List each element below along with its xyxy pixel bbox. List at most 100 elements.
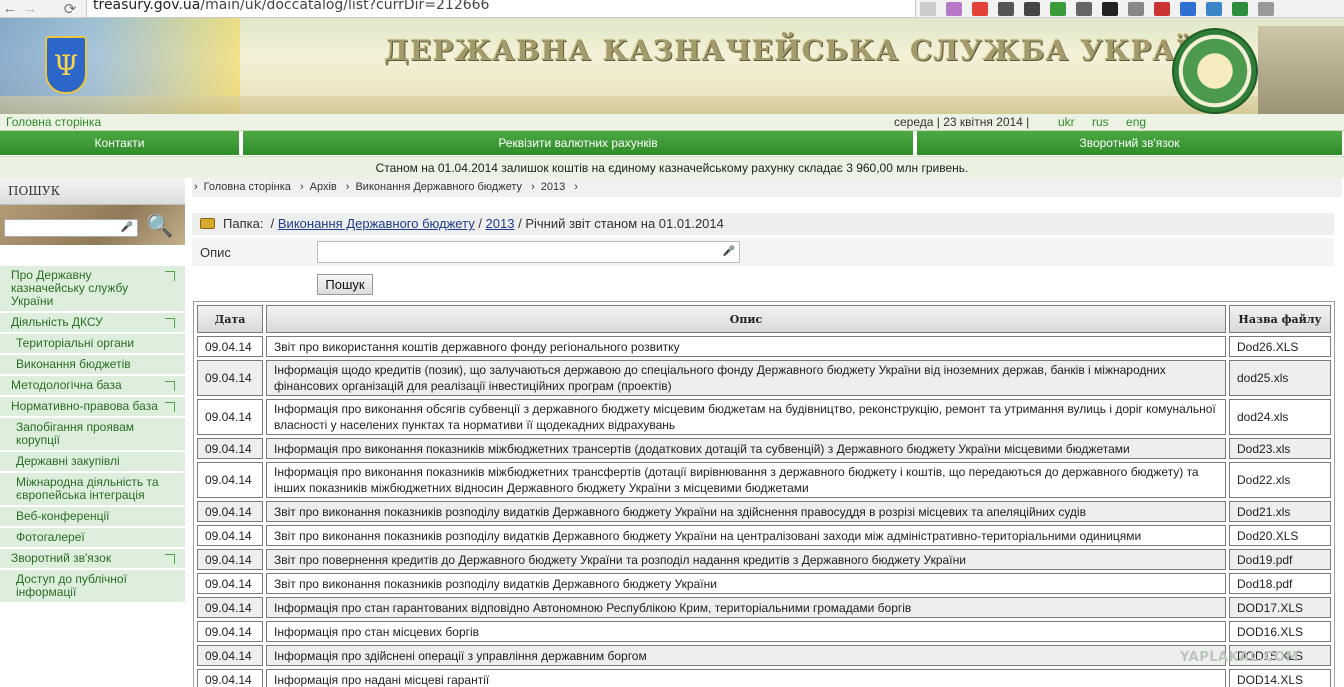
row-filename[interactable]: DOD17.XLS [1229, 597, 1331, 618]
menu-icon[interactable] [1258, 2, 1274, 16]
expand-corner-icon [165, 554, 175, 564]
url-path: /main/uk/doccatalog/list?currDir=212666 [200, 0, 490, 13]
table-row: 09.04.14 Інформація про надані місцеві га… [197, 669, 1331, 687]
folder-path: Папка: / Виконання Державного бюджету / … [192, 213, 1334, 235]
search-title: ПОШУК [8, 184, 60, 198]
extension-icon[interactable] [1024, 2, 1040, 16]
sidebar-menu-item[interactable]: Виконання бюджетів [0, 355, 185, 376]
sidebar-menu-label: Міжнародна діяльність та європейська інт… [16, 475, 159, 502]
row-filename[interactable]: Dod23.xls [1229, 438, 1331, 459]
folder-current: Річний звіт станом на 01.01.2014 [525, 216, 724, 231]
lang-ukr[interactable]: ukr [1058, 115, 1075, 129]
folder-label: Папка: [223, 216, 264, 231]
lang-rus[interactable]: rus [1092, 115, 1109, 129]
row-filename[interactable]: Dod19.pdf [1229, 549, 1331, 570]
row-description: Інформація про здійснені операції з упра… [266, 645, 1226, 666]
sidebar-menu-item[interactable]: Запобігання проявам корупції [0, 418, 185, 452]
extension-icon[interactable] [920, 2, 936, 16]
sidebar-menu-item[interactable]: Територіальні органи [0, 334, 185, 355]
header-filename[interactable]: Назва файлу [1229, 305, 1331, 333]
extension-icon[interactable] [1050, 2, 1066, 16]
row-filename[interactable]: Dod20.XLS [1229, 525, 1331, 546]
row-date: 09.04.14 [197, 399, 263, 435]
extension-icon[interactable] [1076, 2, 1092, 16]
current-date: середа | 23 квітня 2014 | [894, 115, 1030, 129]
row-filename[interactable]: Dod21.xls [1229, 501, 1331, 522]
forward-icon[interactable]: → [20, 0, 40, 18]
sidebar-menu-item[interactable]: Про Державну казначейську службу України [0, 266, 185, 313]
language-switcher: ukr rus eng [1058, 115, 1154, 129]
extension-icon[interactable] [972, 2, 988, 16]
row-filename[interactable]: Dod26.XLS [1229, 336, 1331, 357]
description-label: Опис [200, 245, 231, 260]
nav-contacts[interactable]: Контакти [0, 131, 241, 155]
sidebar-menu-label: Державні закупівлі [16, 454, 120, 468]
folder-link-budget[interactable]: Виконання Державного бюджету [278, 216, 475, 231]
row-date: 09.04.14 [197, 645, 263, 666]
home-link[interactable]: Головна сторінка [6, 115, 101, 129]
back-icon[interactable]: ← [0, 0, 20, 18]
row-date: 09.04.14 [197, 438, 263, 459]
row-date: 09.04.14 [197, 597, 263, 618]
table-row: 09.04.14 Інформація про стан місцевих бор… [197, 621, 1331, 642]
breadcrumb-home[interactable]: Головна сторінка [204, 181, 291, 193]
sidebar-menu-item[interactable]: Фотогалереї [0, 528, 185, 549]
sidebar-menu-item[interactable]: Методологічна база [0, 376, 185, 397]
sidebar-menu-item[interactable]: Зворотний зв'язок [0, 549, 185, 570]
banner-stripe [0, 96, 1344, 114]
extension-icon[interactable] [1128, 2, 1144, 16]
row-filename[interactable]: DOD16.XLS [1229, 621, 1331, 642]
breadcrumb-year[interactable]: 2013 [541, 181, 565, 193]
breadcrumb-budget[interactable]: Виконання Державного бюджету [355, 181, 522, 193]
row-filename[interactable]: Dod22.xls [1229, 462, 1331, 498]
header-description[interactable]: Опис [266, 305, 1226, 333]
breadcrumb-archive[interactable]: Архів [310, 181, 337, 193]
row-date: 09.04.14 [197, 669, 263, 687]
row-date: 09.04.14 [197, 336, 263, 357]
main-nav: Контакти Реквізити валютних рахунків Зво… [0, 131, 1344, 155]
reload-icon[interactable]: ⟳ [60, 0, 80, 18]
sidebar-menu-label: Доступ до публічної інформації [16, 572, 127, 599]
search-button[interactable]: Пошук [317, 274, 373, 295]
folder-link-year[interactable]: 2013 [486, 216, 515, 231]
sidebar-menu-item[interactable]: Міжнародна діяльність та європейська інт… [0, 473, 185, 507]
sidebar-menu-item[interactable]: Веб-конференції [0, 507, 185, 528]
row-filename[interactable]: dod25.xls [1229, 360, 1331, 396]
extension-icon[interactable] [1232, 2, 1248, 16]
extension-icon[interactable] [1102, 2, 1118, 16]
search-icon[interactable]: 🔍 [146, 213, 173, 239]
sidebar-menu-item[interactable]: Державні закупівлі [0, 452, 185, 473]
row-date: 09.04.14 [197, 573, 263, 594]
sidebar-menu-item[interactable]: Нормативно-правова база [0, 397, 185, 418]
sidebar-menu-label: Діяльність ДКСУ [11, 315, 103, 329]
row-description: Інформація про виконання показників міжб… [266, 462, 1226, 498]
sidebar: ПОШУК 🎤 🔍 Про Державну казначейську служ… [0, 178, 185, 687]
table-row: 09.04.14 Інформація щодо кредитів (позик)… [197, 360, 1331, 396]
extension-icon[interactable] [1206, 2, 1222, 16]
microphone-icon[interactable]: 🎤 [723, 246, 735, 257]
extension-icon[interactable] [1154, 2, 1170, 16]
sidebar-menu-item[interactable]: Доступ до публічної інформації [0, 570, 185, 604]
extension-icon[interactable] [946, 2, 962, 16]
extension-icon[interactable] [1180, 2, 1196, 16]
sidebar-menu-item[interactable]: Діяльність ДКСУ [0, 313, 185, 334]
row-filename[interactable]: Dod18.pdf [1229, 573, 1331, 594]
table-row: 09.04.14 Звіт про використання коштів дер… [197, 336, 1331, 357]
microphone-icon[interactable]: 🎤 [121, 222, 133, 233]
description-input[interactable]: 🎤 [317, 241, 740, 263]
breadcrumb-sep: › [299, 181, 304, 193]
extension-icon[interactable] [998, 2, 1014, 16]
header-date[interactable]: Дата [197, 305, 263, 333]
nav-feedback[interactable]: Зворотний зв'язок [917, 131, 1344, 155]
address-bar[interactable]: treasury.gov.ua/main/uk/doccatalog/list?… [86, 0, 916, 18]
row-filename[interactable]: DOD14.XLS [1229, 669, 1331, 687]
nav-currency-accounts[interactable]: Реквізити валютних рахунків [243, 131, 915, 155]
row-description: Звіт про виконання показників розподілу … [266, 501, 1226, 522]
watermark: YAPLAKAL.COM [1180, 650, 1299, 665]
row-filename[interactable]: dod24.xls [1229, 399, 1331, 435]
lang-eng[interactable]: eng [1126, 115, 1146, 129]
search-input[interactable]: 🎤 [4, 219, 138, 237]
documents-table: Дата Опис Назва файлу 09.04.14 Звіт про в… [193, 301, 1335, 687]
row-description: Інформація про стан місцевих боргів [266, 621, 1226, 642]
row-date: 09.04.14 [197, 621, 263, 642]
